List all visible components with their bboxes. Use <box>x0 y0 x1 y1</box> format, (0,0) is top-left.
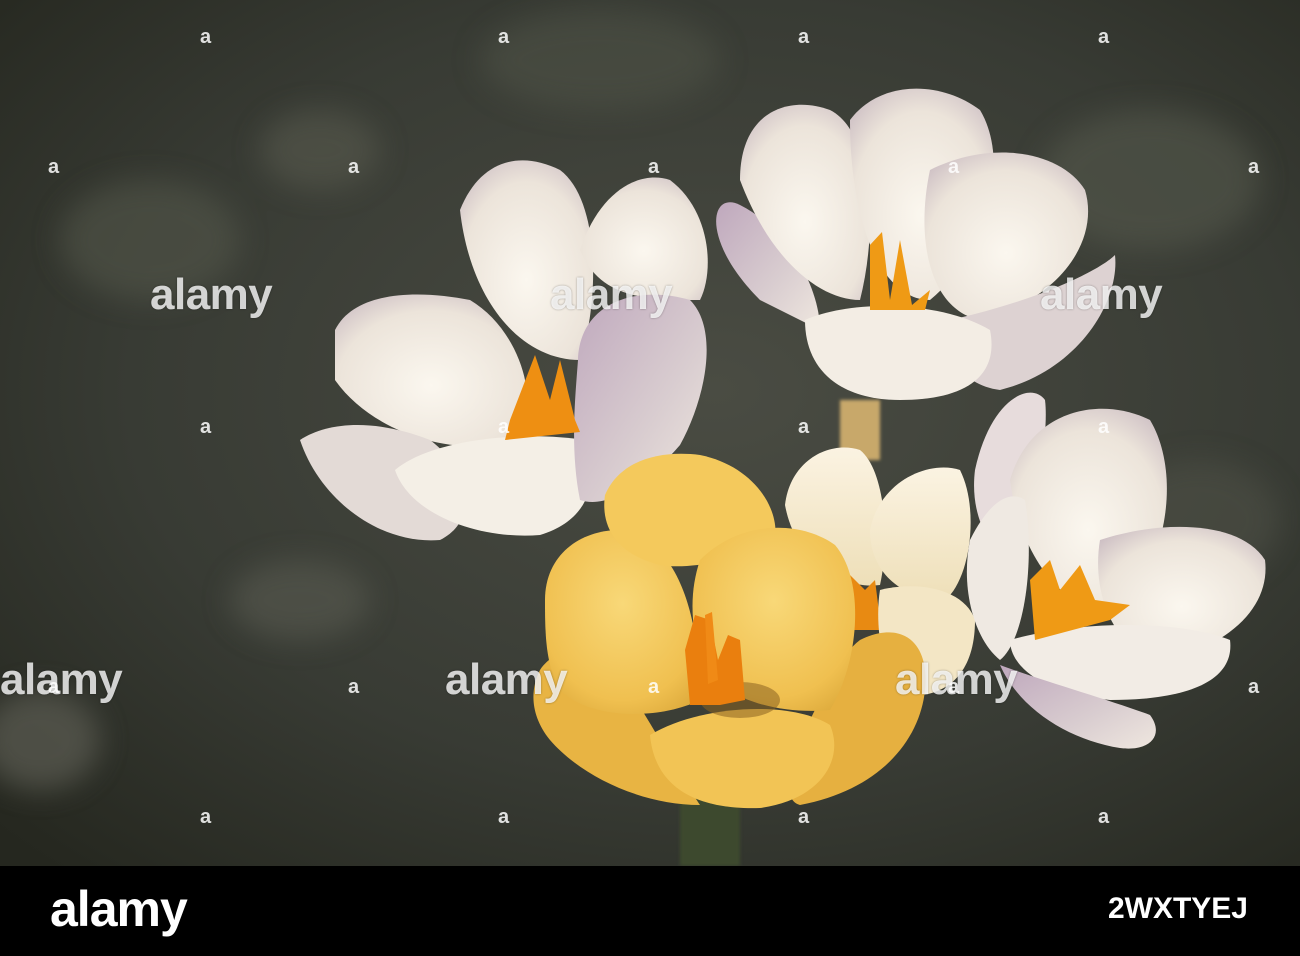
footer-bar: alamy 2WXTYEJ <box>0 866 1300 956</box>
image-id: 2WXTYEJ <box>1107 892 1248 925</box>
photo: alamy alamy alamy alamy alamy alamy aaaa… <box>0 0 1300 866</box>
crocus-photo <box>0 0 1300 866</box>
footer-logo: alamy <box>50 881 188 937</box>
